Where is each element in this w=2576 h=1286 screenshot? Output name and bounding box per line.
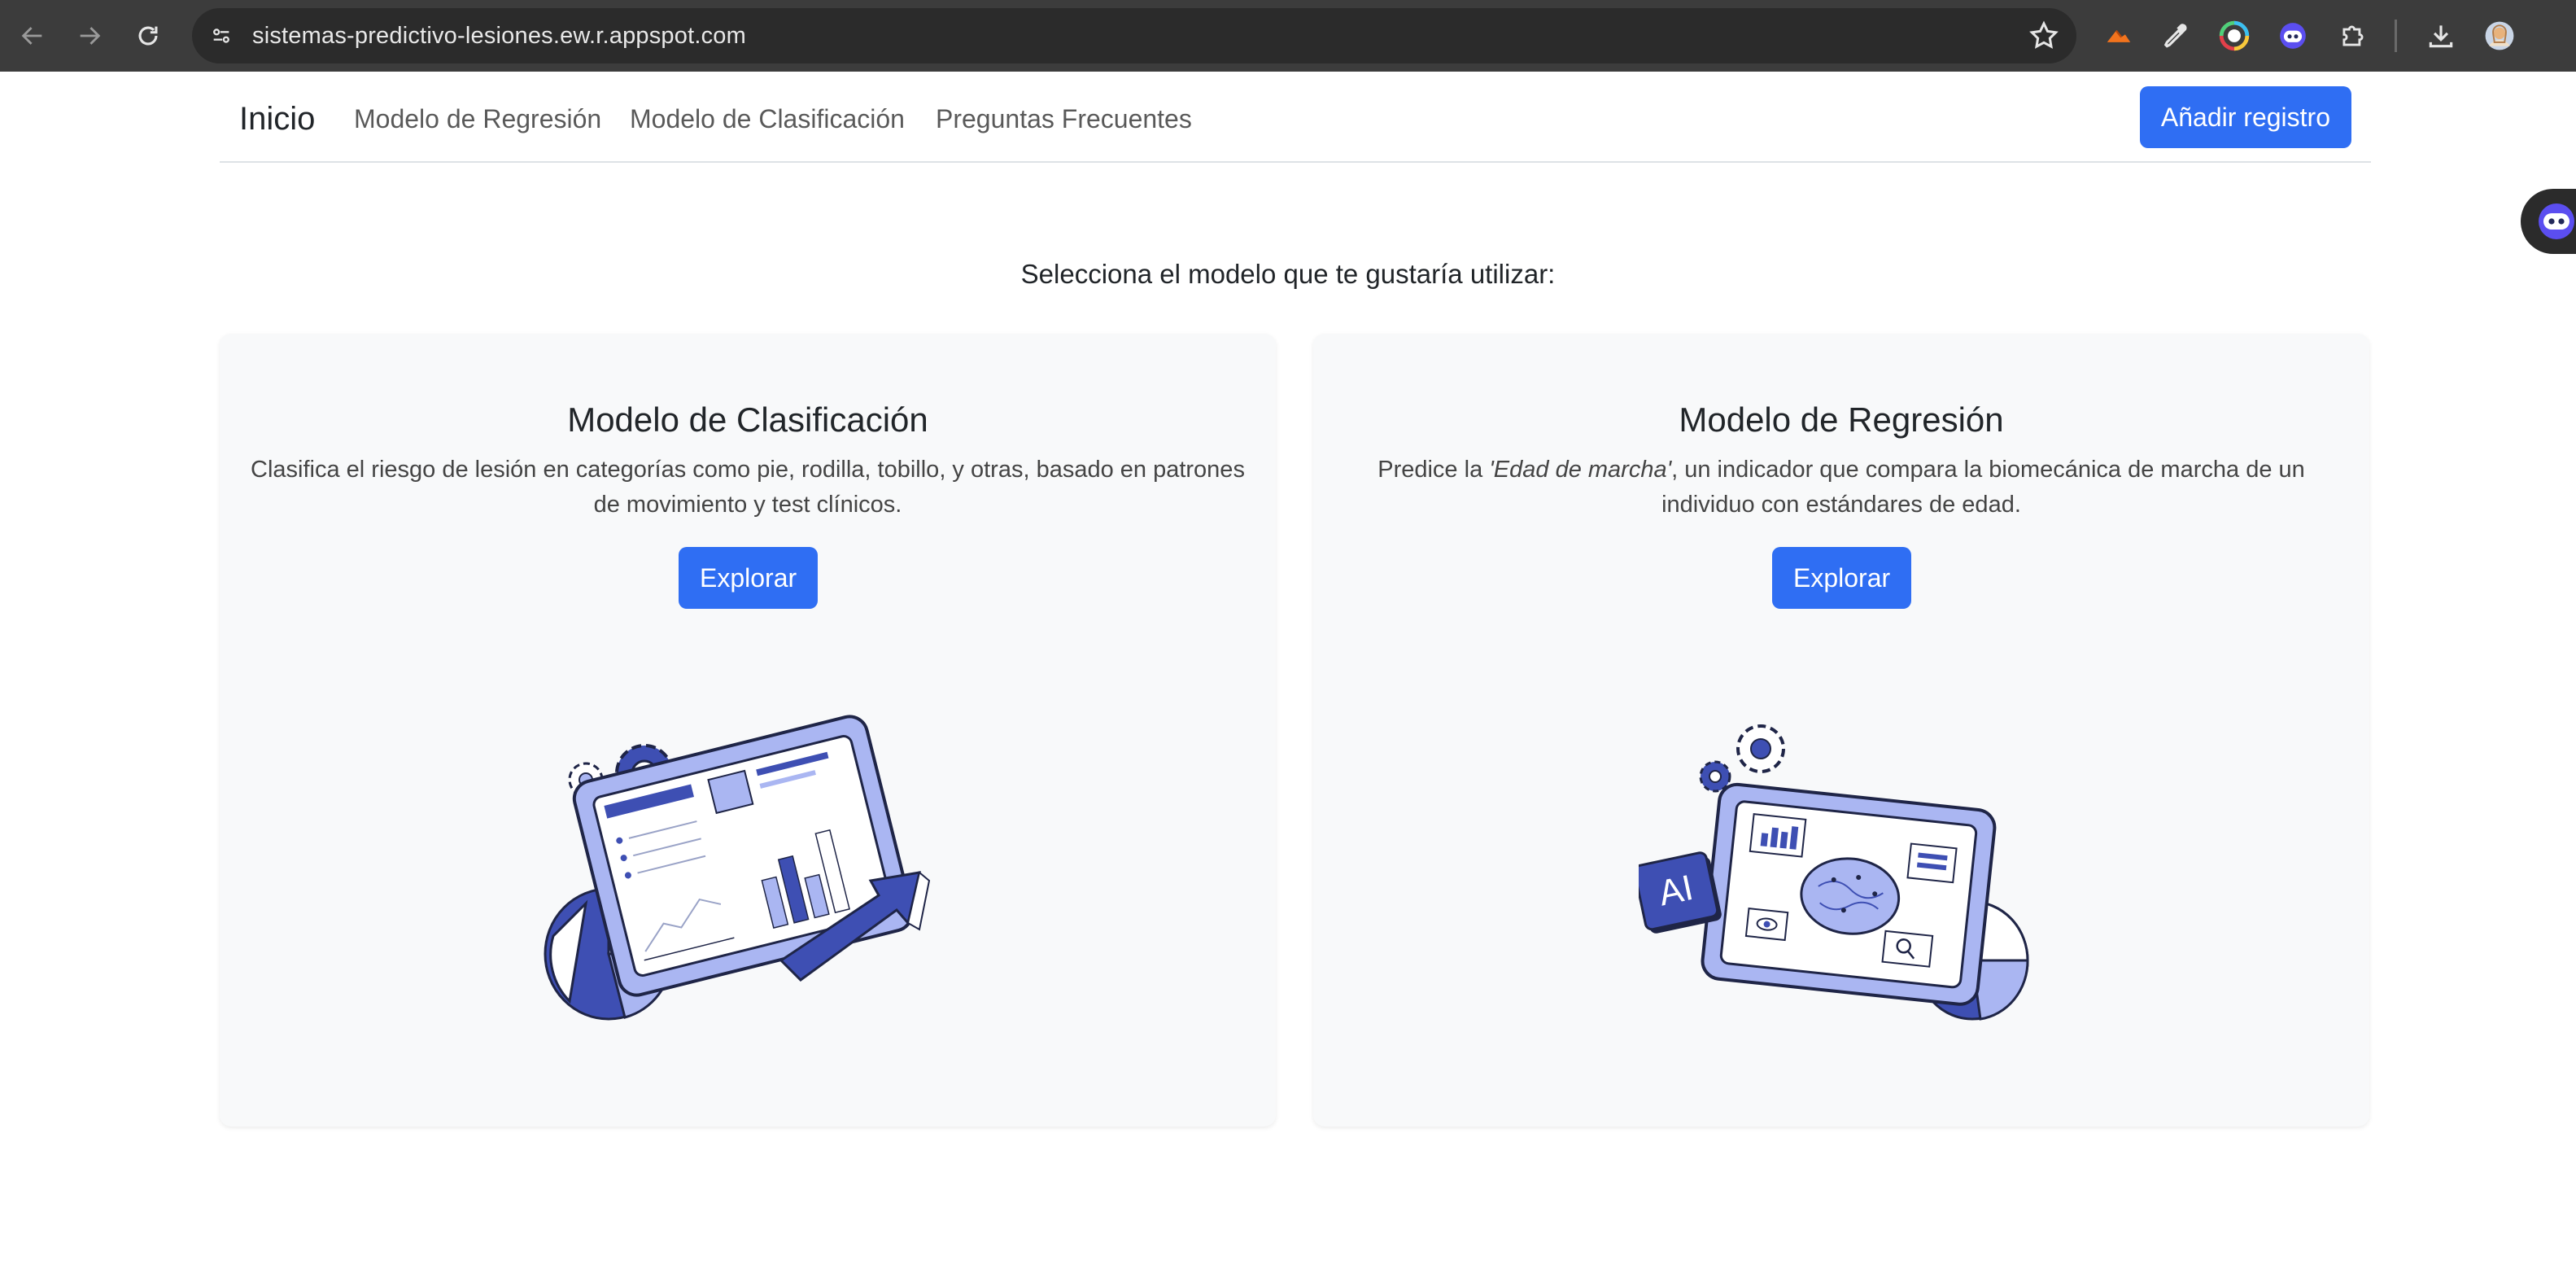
floating-assistant-tab[interactable] [2521,189,2576,254]
description-text: , un indicador que compara la biomecánic… [1661,457,2305,518]
reload-icon[interactable] [127,15,169,57]
card-description: Clasifica el riesgo de lesión en categor… [251,457,1245,518]
forward-arrow-icon[interactable] [68,15,111,57]
address-bar[interactable]: sistemas-predictivo-lesiones.ew.r.appspo… [192,8,2076,63]
download-icon[interactable] [2421,16,2460,55]
bookmark-star-icon[interactable] [2028,20,2060,52]
classification-illustration [544,715,931,1021]
add-record-button[interactable]: Añadir registro [2139,86,2351,148]
description-italic: 'Edad de marcha' [1489,457,1672,483]
regression-card: Modelo de Regresión Predice la 'Edad de … [1313,334,2369,1126]
description-text: Predice la [1378,457,1490,483]
explore-classification-button[interactable]: Explorar [679,547,819,609]
gear-icon [1699,760,1731,793]
explore-regression-button[interactable]: Explorar [1772,547,1912,609]
robot-face-icon [2539,203,2574,239]
robot-face-icon[interactable] [2273,16,2312,55]
site-navbar: Inicio Modelo de Regresión Modelo de Cla… [220,72,2371,163]
regression-illustration: AI [1639,724,2029,1021]
nav-link-faq[interactable]: Preguntas Frecuentes [936,104,1192,134]
card-title: Modelo de Clasificación [567,400,928,439]
extension-icon[interactable] [2099,16,2138,55]
nav-link-regression[interactable]: Modelo de Regresión [354,104,601,134]
nav-link-classification[interactable]: Modelo de Clasificación [630,104,905,134]
site-info-icon[interactable] [203,18,239,54]
puzzle-icon[interactable] [2334,16,2373,55]
url-text[interactable]: sistemas-predictivo-lesiones.ew.r.appspo… [252,23,746,50]
toolbar-divider [2395,20,2397,52]
ai-tablet [1701,782,1997,1006]
card-description: Predice la 'Edad de marcha', un indicado… [1338,453,2345,523]
browser-toolbar: sistemas-predictivo-lesiones.ew.r.appspo… [0,0,2576,72]
card-title: Modelo de Regresión [1679,400,2004,439]
back-arrow-icon[interactable] [11,15,54,57]
model-select-prompt: Selecciona el modelo que te gustaría uti… [1020,259,1556,289]
classification-card: Modelo de Clasificación Clasifica el rie… [220,334,1276,1126]
brand-home-link[interactable]: Inicio [239,101,315,138]
color-wheel-icon[interactable] [2215,16,2254,55]
eyedropper-icon[interactable] [2158,16,2197,55]
profile-avatar[interactable] [2480,16,2519,55]
gear-icon [1736,724,1785,773]
